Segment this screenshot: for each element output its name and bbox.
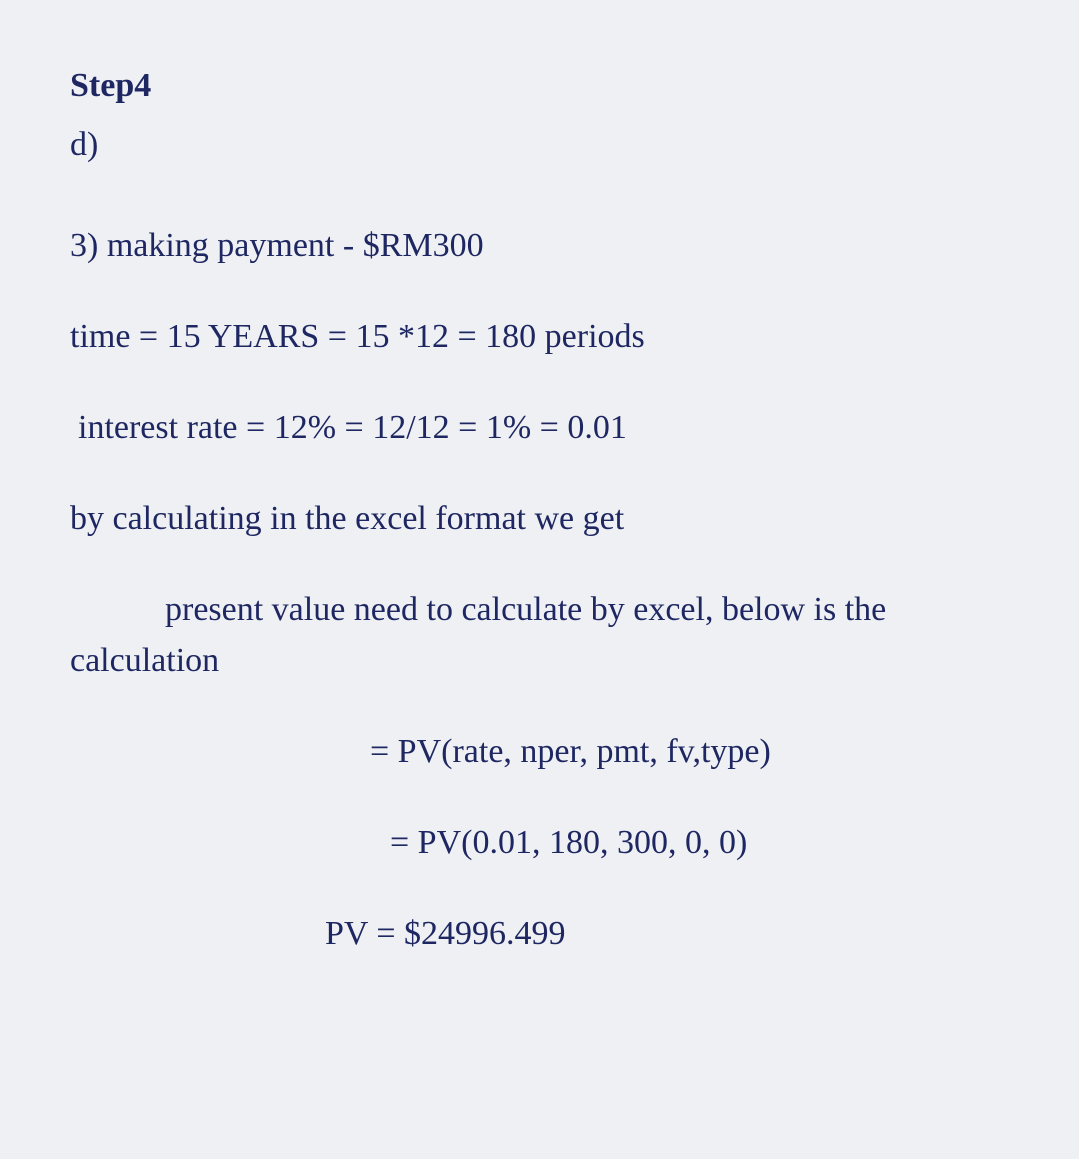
formula-text-2: = PV(0.01, 180, 300, 0, 0) [390,824,747,861]
formula-text-1: = PV(rate, nper, pmt, fv,type) [370,733,771,770]
step-heading: Step4 [70,60,1009,111]
formula-pv-signature: = PV(rate, nper, pmt, fv,type) [70,726,1009,777]
formula-text-3: PV = $24996.499 [325,915,566,952]
step-sub-label: d) [70,119,1009,170]
line-present-value-desc: present value need to calculate by excel… [70,584,1009,686]
line-interest-rate: interest rate = 12% = 12/12 = 1% = 0.01 [70,402,1009,453]
formula-pv-result: PV = $24996.499 [70,908,1009,959]
present-value-text: present value need to calculate by excel… [70,591,886,679]
line-excel-intro: by calculating in the excel format we ge… [70,493,1009,544]
line-payment: 3) making payment - $RM300 [70,220,1009,271]
line-time: time = 15 YEARS = 15 *12 = 180 periods [70,311,1009,362]
formula-pv-values: = PV(0.01, 180, 300, 0, 0) [70,817,1009,868]
